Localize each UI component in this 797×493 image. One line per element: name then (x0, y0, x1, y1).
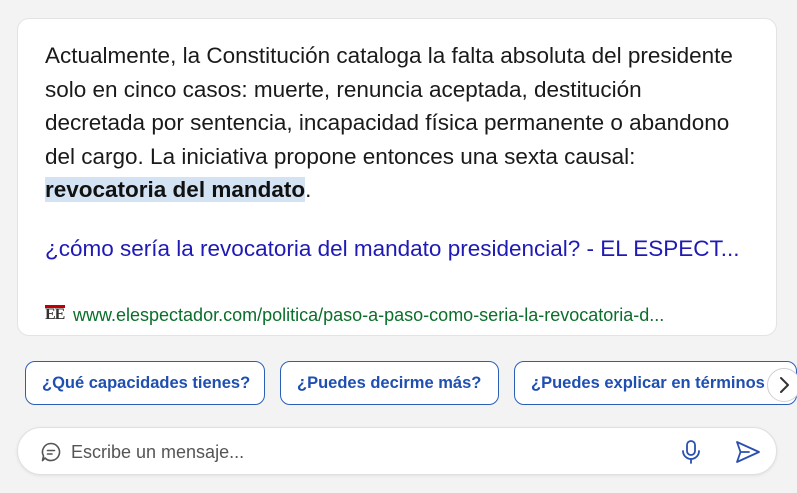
suggestion-chips: ¿Qué capacidades tienes? ¿Puedes decirme… (25, 361, 797, 407)
elespectador-favicon-icon: EE (45, 305, 65, 323)
answer-tail: . (305, 177, 312, 202)
answer-body: Actualmente, la Constitución cataloga la… (45, 43, 733, 169)
source-title-link[interactable]: ¿cómo sería la revocatoria del mandato p… (45, 233, 745, 264)
microphone-icon[interactable] (679, 439, 703, 465)
answer-highlight: revocatoria del mandato (45, 177, 306, 202)
chevron-right-icon (780, 377, 789, 393)
chips-scroll-right-button[interactable] (767, 368, 797, 402)
message-bar (17, 427, 777, 475)
source-row[interactable]: EE www.elespectador.com/politica/paso-a-… (45, 304, 745, 326)
suggestion-chip-tell-more[interactable]: ¿Puedes decirme más? (280, 361, 499, 405)
message-input[interactable] (69, 436, 673, 468)
answer-text: Actualmente, la Constitución cataloga la… (45, 39, 745, 207)
send-icon[interactable] (734, 438, 762, 466)
answer-card: Actualmente, la Constitución cataloga la… (17, 18, 777, 336)
source-url[interactable]: www.elespectador.com/politica/paso-a-pas… (73, 305, 664, 326)
suggestion-chip-explain[interactable]: ¿Puedes explicar en términos (514, 361, 797, 405)
chat-bubble-icon (41, 442, 61, 462)
suggestion-chip-capabilities[interactable]: ¿Qué capacidades tienes? (25, 361, 265, 405)
